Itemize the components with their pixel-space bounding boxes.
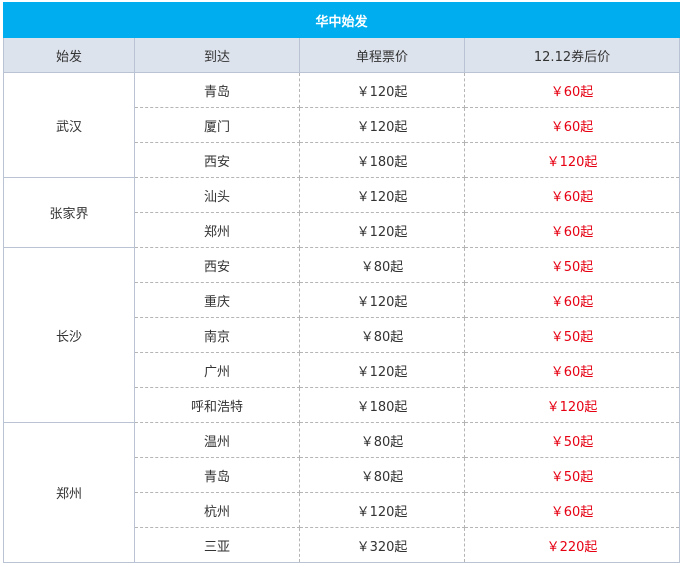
table-row: 长沙 西安 ￥80起 ￥50起 — [3, 247, 681, 423]
destination-cell: 重庆 — [134, 282, 300, 318]
fare-table-container: 华中始发 始发 到达 单程票价 12.12券后价 武汉 青岛 ￥120起 ￥60起 厦门… — [2, 2, 681, 563]
table-row: 张家界 汕头 ￥120起 ￥60起 — [3, 177, 681, 248]
coupon-price-cell: ￥120起 — [463, 387, 681, 423]
one-way-price-cell: ￥80起 — [299, 317, 465, 353]
one-way-price-cell: ￥120起 — [299, 72, 465, 108]
destination-cell: 广州 — [134, 352, 300, 388]
coupon-price-cell: ￥50起 — [463, 247, 681, 283]
one-way-price-cell: ￥180起 — [299, 387, 465, 423]
coupon-price-cell: ￥120起 — [463, 142, 681, 178]
destination-cell: 汕头 — [134, 177, 300, 213]
destination-cell: 青岛 — [134, 457, 300, 493]
coupon-price-cell: ￥60起 — [463, 177, 681, 213]
coupon-price-cell: ￥60起 — [463, 282, 681, 318]
header-origin: 始发 — [3, 37, 135, 73]
one-way-price-cell: ￥80起 — [299, 247, 465, 283]
origin-city-cell: 张家界 — [3, 177, 135, 248]
destination-cell: 杭州 — [134, 492, 300, 528]
one-way-price-cell: ￥120起 — [299, 352, 465, 388]
destination-cell: 郑州 — [134, 212, 300, 248]
coupon-price-cell: ￥50起 — [463, 457, 681, 493]
header-coupon-price: 12.12券后价 — [463, 37, 681, 73]
coupon-price-cell: ￥60起 — [463, 352, 681, 388]
coupon-price-cell: ￥50起 — [463, 422, 681, 458]
coupon-price-cell: ￥50起 — [463, 317, 681, 353]
one-way-price-cell: ￥120起 — [299, 282, 465, 318]
one-way-price-cell: ￥80起 — [299, 422, 465, 458]
one-way-price-cell: ￥120起 — [299, 492, 465, 528]
one-way-price-cell: ￥320起 — [299, 527, 465, 563]
coupon-price-cell: ￥60起 — [463, 212, 681, 248]
origin-city-cell: 长沙 — [3, 247, 135, 423]
one-way-price-cell: ￥80起 — [299, 457, 465, 493]
destination-cell: 呼和浩特 — [134, 387, 300, 423]
destination-cell: 南京 — [134, 317, 300, 353]
destination-cell: 西安 — [134, 142, 300, 178]
origin-city-cell: 武汉 — [3, 72, 135, 178]
title-row: 华中始发 — [2, 2, 681, 38]
table-row: 武汉 青岛 ￥120起 ￥60起 — [3, 72, 681, 178]
coupon-price-cell: ￥60起 — [463, 492, 681, 528]
one-way-price-cell: ￥180起 — [299, 142, 465, 178]
fare-table: 华中始发 始发 到达 单程票价 12.12券后价 武汉 青岛 ￥120起 ￥60起 厦门… — [2, 2, 681, 563]
coupon-price-cell: ￥60起 — [463, 72, 681, 108]
destination-cell: 温州 — [134, 422, 300, 458]
one-way-price-cell: ￥120起 — [299, 177, 465, 213]
one-way-price-cell: ￥120起 — [299, 107, 465, 143]
destination-cell: 三亚 — [134, 527, 300, 563]
header-destination: 到达 — [134, 37, 300, 73]
table-title: 华中始发 — [2, 2, 681, 38]
destination-cell: 厦门 — [134, 107, 300, 143]
header-row: 始发 到达 单程票价 12.12券后价 — [3, 37, 681, 73]
table-row: 郑州 温州 ￥80起 ￥50起 — [3, 422, 681, 563]
one-way-price-cell: ￥120起 — [299, 212, 465, 248]
header-one-way-price: 单程票价 — [299, 37, 465, 73]
fare-table-body: 武汉 青岛 ￥120起 ￥60起 厦门 ￥120起 ￥60起 西安 ￥180起 ￥120起 张家界汕… — [3, 72, 681, 563]
destination-cell: 青岛 — [134, 72, 300, 108]
coupon-price-cell: ￥60起 — [463, 107, 681, 143]
destination-cell: 西安 — [134, 247, 300, 283]
coupon-price-cell: ￥220起 — [463, 527, 681, 563]
origin-city-cell: 郑州 — [3, 422, 135, 563]
